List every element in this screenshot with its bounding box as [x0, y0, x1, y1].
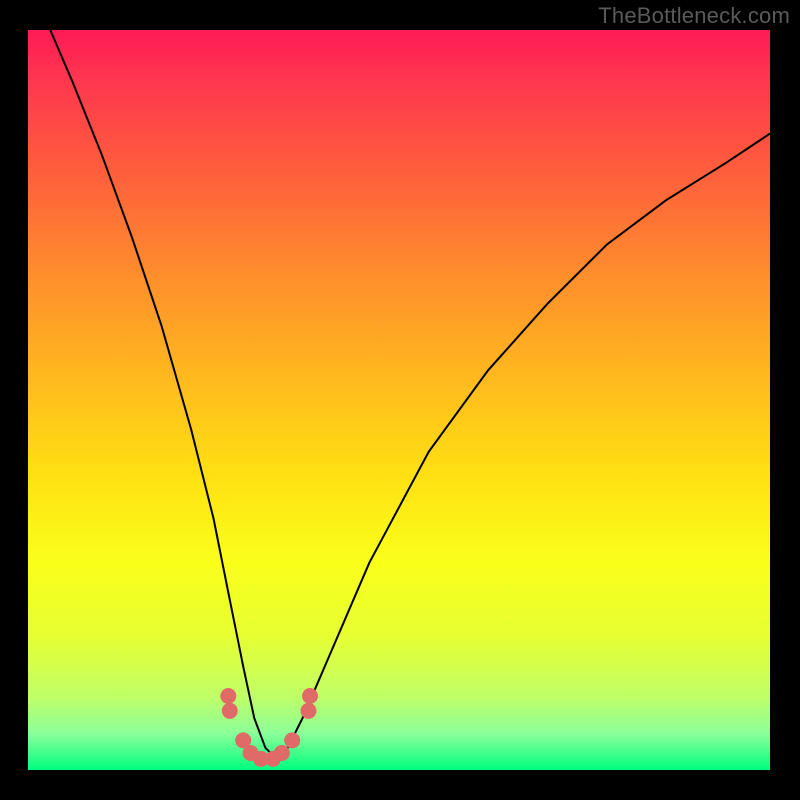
- data-marker: [222, 703, 238, 719]
- watermark-text: TheBottleneck.com: [598, 3, 790, 29]
- data-marker: [284, 732, 300, 748]
- data-marker: [274, 745, 290, 761]
- bottleneck-curve: [50, 30, 770, 759]
- data-marker: [220, 688, 236, 704]
- chart-frame: TheBottleneck.com: [0, 0, 800, 800]
- curve-svg: [28, 30, 770, 770]
- data-marker: [302, 688, 318, 704]
- data-marker: [301, 703, 317, 719]
- data-markers: [220, 688, 318, 767]
- plot-area: [28, 30, 770, 770]
